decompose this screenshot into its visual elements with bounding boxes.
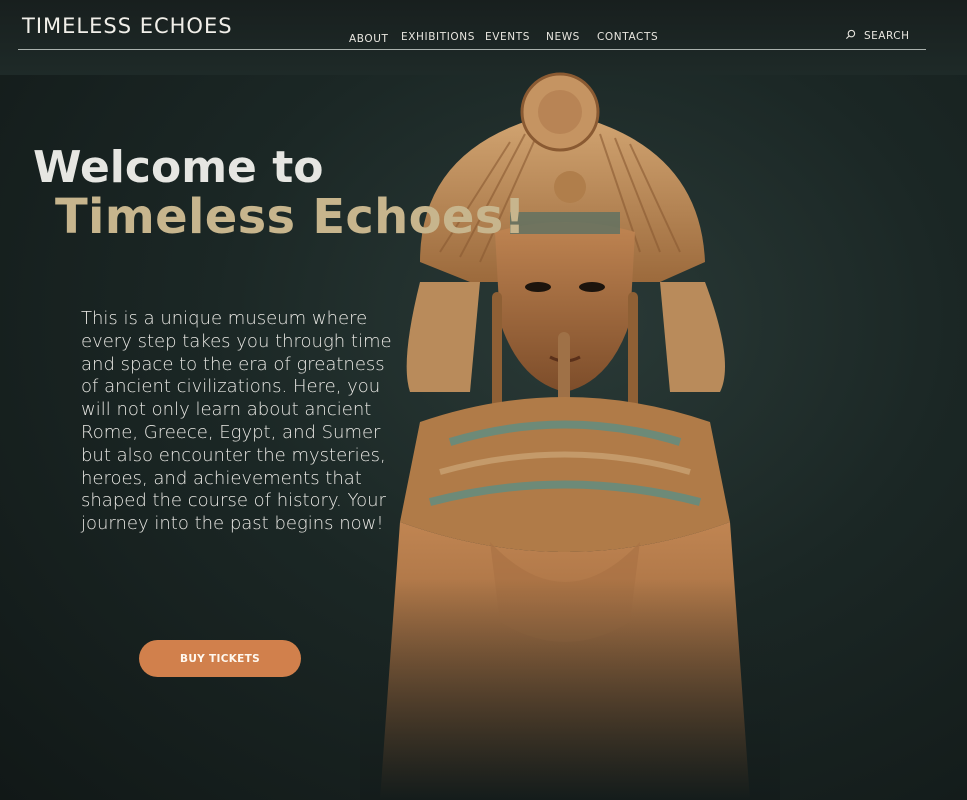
header-divider — [18, 49, 926, 50]
search-button[interactable]: SEARCH — [845, 29, 909, 43]
pharaoh-statue-image — [360, 62, 780, 800]
site-logo[interactable]: TIMELESS ECHOES — [22, 14, 233, 38]
nav-about[interactable]: ABOUT — [349, 33, 389, 45]
buy-tickets-button[interactable]: BUY TICKETS — [139, 640, 301, 677]
nav-exhibitions[interactable]: EXHIBITIONS — [401, 31, 475, 43]
hero-title: Timeless Echoes! — [55, 189, 526, 245]
hero-intro-text: This is a unique museum where every step… — [81, 308, 392, 535]
nav-news[interactable]: NEWS — [546, 31, 580, 43]
nav-contacts[interactable]: CONTACTS — [597, 31, 658, 43]
hero-welcome-text: Welcome to — [33, 142, 324, 193]
search-icon — [845, 29, 856, 43]
search-label: SEARCH — [864, 30, 910, 42]
nav-events[interactable]: EVENTS — [485, 31, 530, 43]
